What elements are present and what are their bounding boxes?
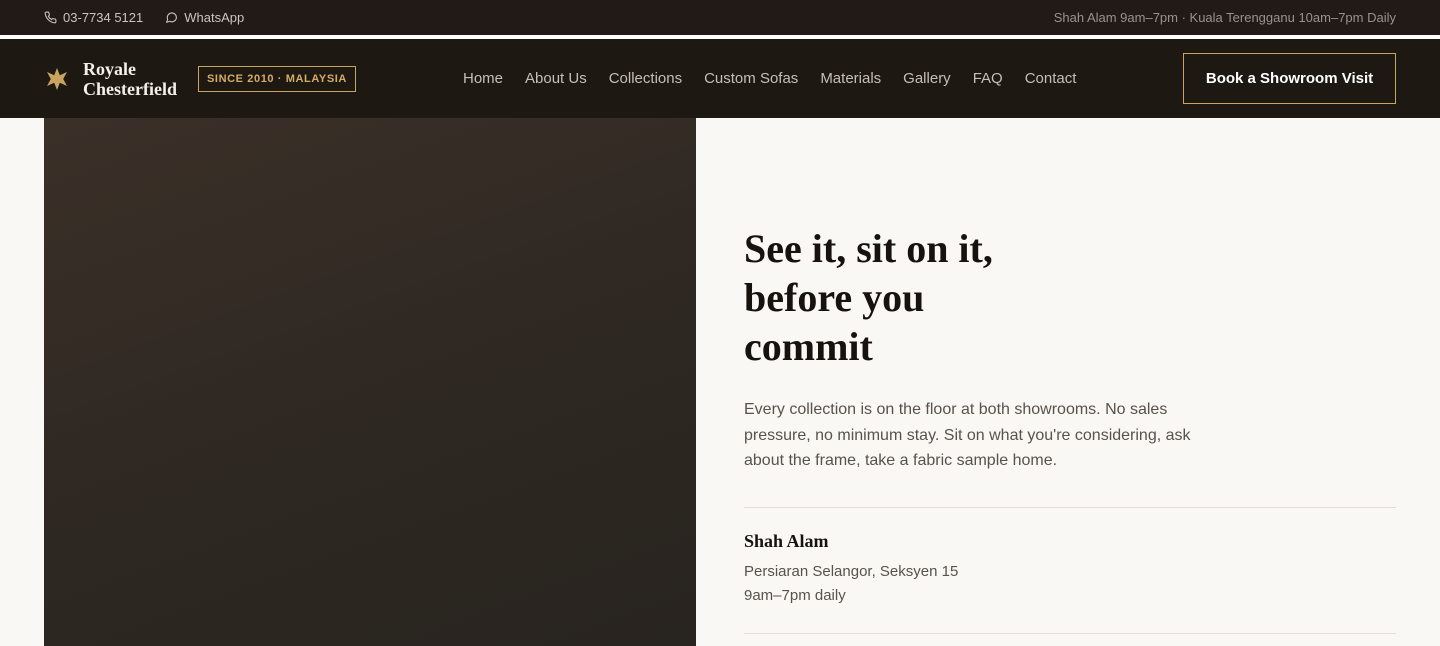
- brand-name-line2: Chesterfield: [83, 78, 177, 99]
- top-info-bar: 03-7734 5121 WhatsApp Shah Alam 9am–7pm …: [0, 0, 1440, 39]
- chat-bubble-icon: [166, 12, 178, 23]
- nav-materials[interactable]: Materials: [820, 70, 881, 87]
- nav-home[interactable]: Home: [463, 70, 503, 87]
- book-showroom-visit-button[interactable]: Book a Showroom Visit: [1183, 53, 1396, 104]
- showroom-hero: See it, sit on it, before you commit Eve…: [0, 118, 1440, 646]
- since-badge: SINCE 2010 · MALAYSIA: [198, 65, 356, 92]
- phone-number: 03-7734 5121: [63, 10, 144, 25]
- hero-title-line1: See it, sit on it,: [744, 226, 993, 271]
- nav-links: Home About Us Collections Custom Sofas M…: [463, 39, 1076, 118]
- brand-name: Royale Chesterfield: [83, 59, 193, 99]
- nav-collections[interactable]: Collections: [609, 70, 682, 87]
- phone-link[interactable]: 03-7734 5121: [44, 10, 143, 25]
- nav-faq[interactable]: FAQ: [973, 70, 1003, 87]
- location-name: Shah Alam: [744, 530, 829, 551]
- hero-content: See it, sit on it, before you commit Eve…: [744, 224, 1396, 634]
- opening-hours: Shah Alam 9am–7pm · Kuala Terengganu 10a…: [1053, 10, 1396, 25]
- main-navbar: Royale Chesterfield SINCE 2010 · MALAYSI…: [0, 39, 1440, 118]
- hero-title: See it, sit on it, before you commit: [744, 224, 1044, 371]
- showroom-image: [44, 118, 696, 646]
- brand-name-line1: Royale: [83, 58, 136, 79]
- whatsapp-label: WhatsApp: [184, 10, 245, 25]
- nav-gallery[interactable]: Gallery: [903, 70, 951, 87]
- whatsapp-link[interactable]: WhatsApp: [165, 10, 244, 25]
- brand-logo[interactable]: Royale Chesterfield: [44, 59, 193, 99]
- location-address: Persiaran Selangor, Seksyen 15: [744, 562, 959, 580]
- location-item: Shah Alam Persiaran Selangor, Seksyen 15…: [744, 508, 1396, 633]
- phone-icon: [44, 11, 57, 24]
- nav-about-us[interactable]: About Us: [525, 70, 587, 87]
- hero-title-line3: commit: [744, 324, 873, 369]
- location-hours: 9am–7pm daily: [744, 586, 846, 604]
- hero-description: Every collection is on the floor at both…: [744, 401, 1191, 469]
- divider: [744, 632, 1396, 634]
- star-logo-icon: [47, 67, 67, 90]
- hero-title-line2: before you: [744, 275, 925, 320]
- nav-custom-sofas[interactable]: Custom Sofas: [704, 70, 798, 87]
- contact-links: 03-7734 5121 WhatsApp: [44, 10, 244, 25]
- nav-contact[interactable]: Contact: [1025, 70, 1077, 87]
